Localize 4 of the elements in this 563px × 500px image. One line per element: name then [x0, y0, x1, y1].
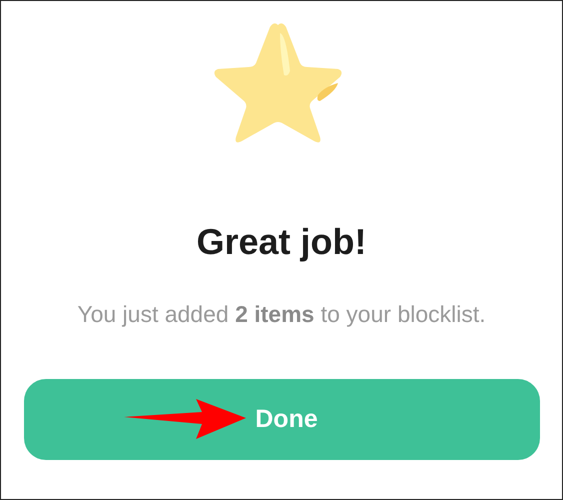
star-icon	[212, 21, 344, 145]
done-button[interactable]: Done	[24, 379, 540, 460]
dialog-title: Great job!	[196, 221, 366, 263]
message-text: You just added 2 items to your blocklist.	[76, 300, 487, 329]
